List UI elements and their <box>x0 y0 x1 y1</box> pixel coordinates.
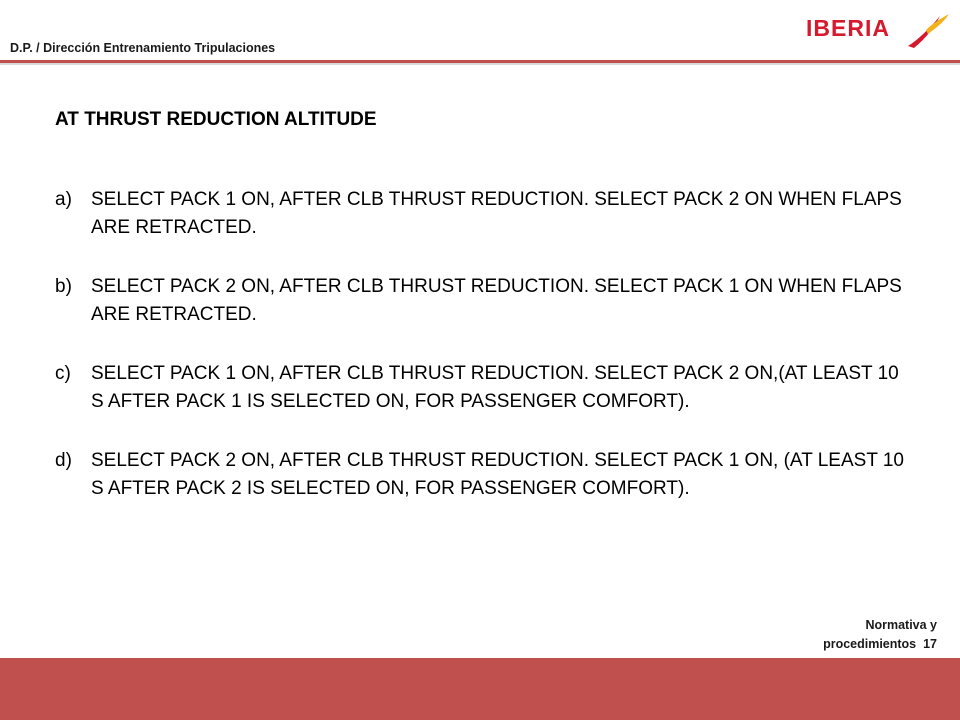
option-d[interactable]: d) SELECT PACK 2 ON, AFTER CLB THRUST RE… <box>55 447 905 503</box>
footer-line-1: Normativa y <box>865 618 937 632</box>
option-letter: c) <box>55 363 71 384</box>
answer-options: a) SELECT PACK 1 ON, AFTER CLB THRUST RE… <box>55 186 905 534</box>
footer-section-label: Normativa y procedimientos 17 <box>823 616 937 654</box>
iberia-swoosh-icon <box>908 14 949 48</box>
option-text: SELECT PACK 2 ON, AFTER CLB THRUST REDUC… <box>91 276 902 325</box>
question-title: AT THRUST REDUCTION ALTITUDE <box>55 109 377 130</box>
footer-bar <box>0 658 960 720</box>
option-letter: d) <box>55 450 72 471</box>
option-letter: b) <box>55 276 72 297</box>
option-c[interactable]: c) SELECT PACK 1 ON, AFTER CLB THRUST RE… <box>55 360 905 416</box>
footer-line-2: procedimientos 17 <box>823 637 937 651</box>
iberia-logo: IBERIA <box>806 10 952 50</box>
header-divider-shadow <box>0 63 960 65</box>
slide: D.P. / Dirección Entrenamiento Tripulaci… <box>0 0 960 720</box>
logo-text: IBERIA <box>806 15 890 41</box>
department-header: D.P. / Dirección Entrenamiento Tripulaci… <box>10 41 276 55</box>
option-b[interactable]: b) SELECT PACK 2 ON, AFTER CLB THRUST RE… <box>55 273 905 329</box>
option-text: SELECT PACK 1 ON, AFTER CLB THRUST REDUC… <box>91 189 902 238</box>
option-text: SELECT PACK 1 ON, AFTER CLB THRUST REDUC… <box>91 363 899 412</box>
option-text: SELECT PACK 2 ON, AFTER CLB THRUST REDUC… <box>91 450 905 499</box>
option-letter: a) <box>55 189 72 210</box>
option-a[interactable]: a) SELECT PACK 1 ON, AFTER CLB THRUST RE… <box>55 186 905 242</box>
